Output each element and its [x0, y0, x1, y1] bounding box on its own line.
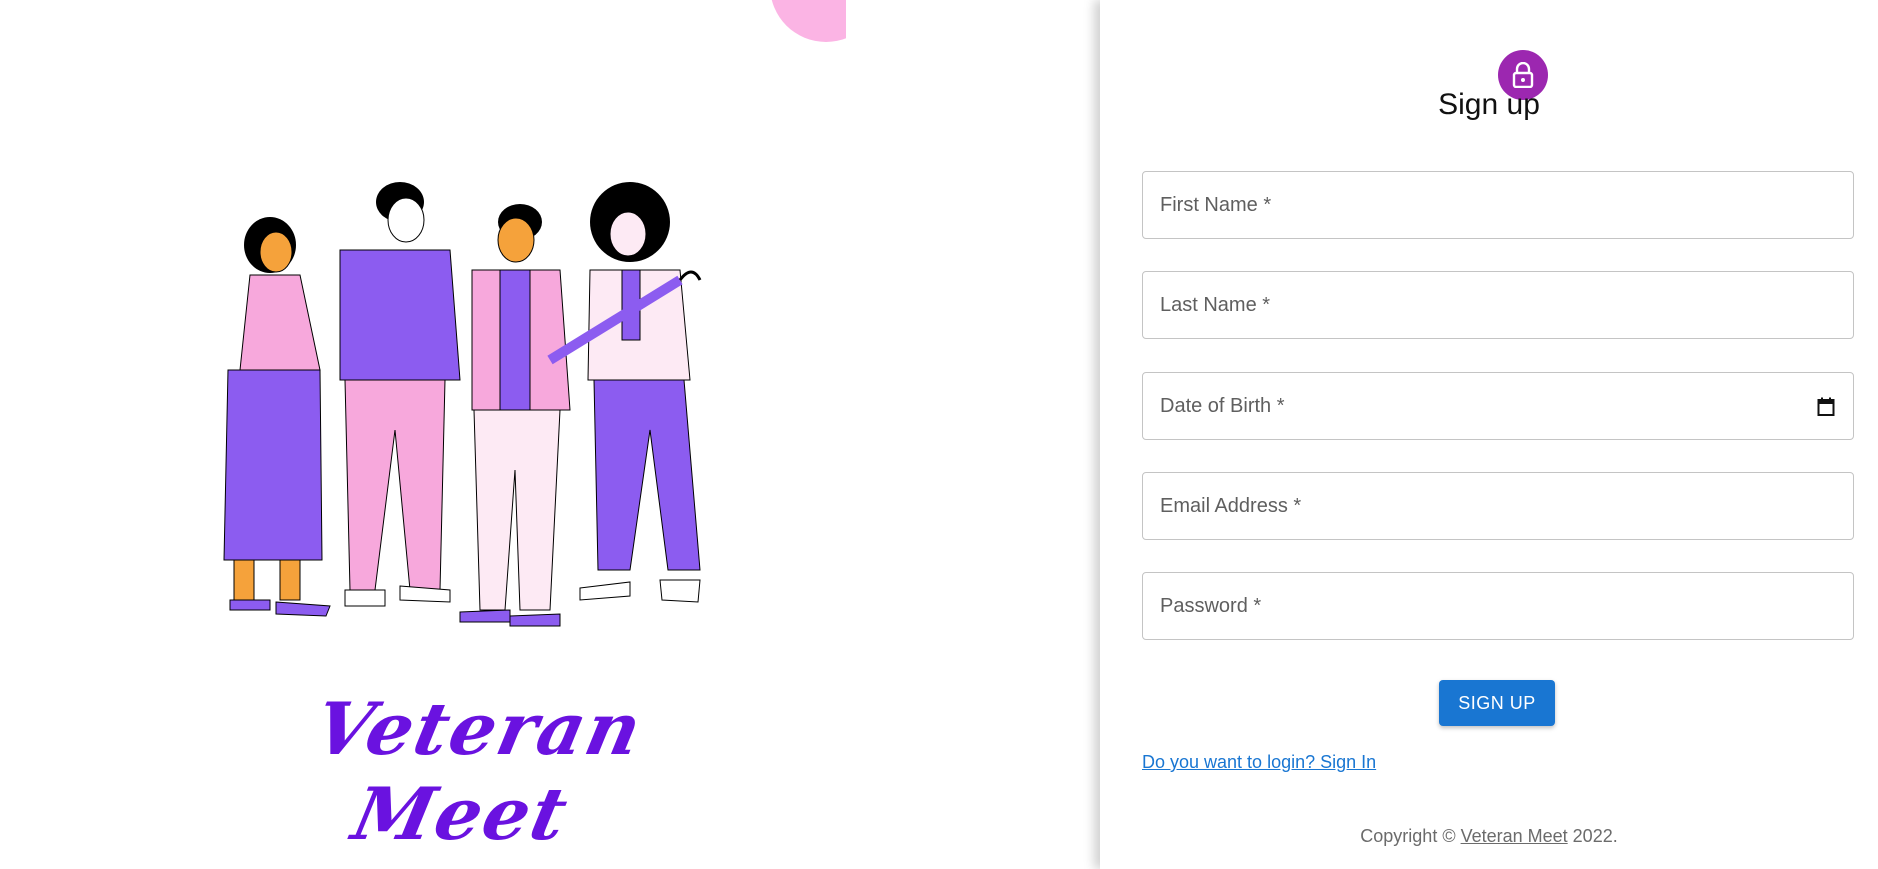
lock-icon [1512, 62, 1534, 88]
date-of-birth-label: Date of Birth * [1160, 395, 1285, 417]
people-handshake-illustration [223, 182, 702, 627]
hero-panel: Veteran Meet [0, 0, 1100, 869]
sign-up-button[interactable]: SIGN UP [1439, 680, 1555, 726]
brand-logo-text: Veteran Meet [307, 686, 651, 856]
page-title: Sign up [1438, 88, 1540, 121]
decorative-cutout [846, 0, 886, 70]
signup-panel: Sign up First Name * Last Name * Date of… [1100, 0, 1878, 869]
date-of-birth-field[interactable]: Date of Birth * [1142, 372, 1854, 440]
copyright-prefix: Copyright © [1360, 826, 1461, 846]
person-woman-left [223, 217, 331, 617]
last-name-field[interactable]: Last Name * [1142, 271, 1854, 339]
password-field[interactable]: Password * [1142, 572, 1854, 640]
password-label: Password * [1160, 595, 1262, 617]
footer-brand-link[interactable]: Veteran Meet [1461, 826, 1568, 846]
person-man-vest [459, 204, 571, 627]
calendar-icon[interactable] [1817, 397, 1835, 417]
email-field[interactable]: Email Address * [1142, 472, 1854, 540]
first-name-label: First Name * [1160, 194, 1272, 216]
copyright-footer: Copyright © Veteran Meet 2022. [1100, 826, 1878, 847]
last-name-label: Last Name * [1160, 294, 1271, 316]
first-name-field[interactable]: First Name * [1142, 171, 1854, 239]
sign-in-link[interactable]: Do you want to login? Sign In [1142, 752, 1376, 773]
person-man-purple-shirt [339, 182, 461, 607]
person-woman-right [547, 182, 702, 603]
email-label: Email Address * [1160, 495, 1302, 517]
copyright-suffix: 2022. [1567, 826, 1618, 846]
